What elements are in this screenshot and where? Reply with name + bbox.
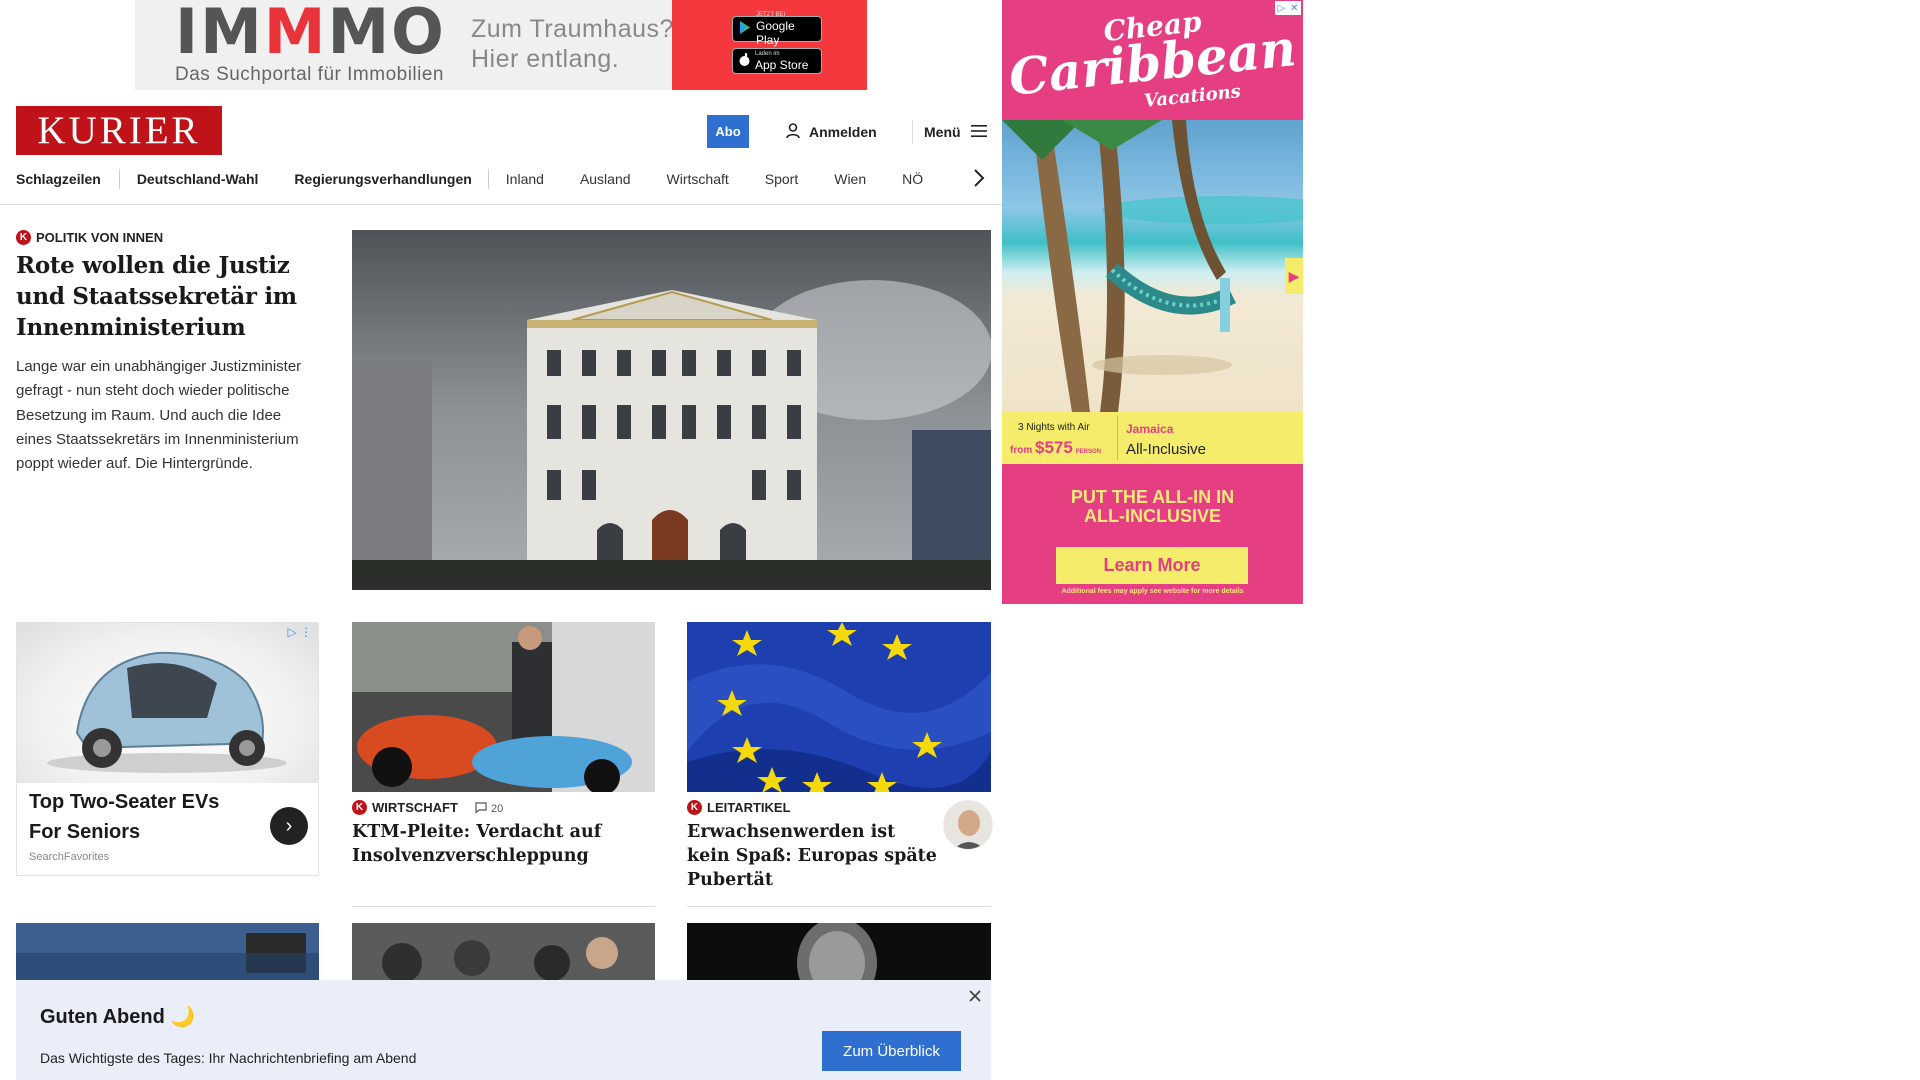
- ad-store-panel: JETZT BEI Google Play Laden im App Store: [672, 0, 867, 90]
- abo-button[interactable]: Abo: [707, 115, 749, 148]
- ev-image: [17, 623, 318, 783]
- nav-item-regierungsverhandlungen[interactable]: Regierungsverhandlungen: [294, 171, 471, 187]
- ad-price-bar: 3 Nights with Air from $575 PERSON Jamai…: [1002, 412, 1303, 464]
- side-skyscraper-ad[interactable]: ▷ ✕ Cheap Caribbean Vacations ▶ 3 Nights …: [1002, 0, 1303, 604]
- google-play-button[interactable]: JETZT BEI Google Play: [732, 12, 822, 47]
- eu-kicker: K Leitartikel: [687, 800, 791, 815]
- nav-item-noe[interactable]: NÖ: [902, 171, 923, 187]
- teaser-image[interactable]: [16, 923, 319, 983]
- briefing-greeting: Guten Abend 🌙: [40, 1006, 196, 1028]
- ad-brand-logo: IMMMO: [175, 0, 446, 68]
- learn-more-button[interactable]: Learn More: [1056, 547, 1248, 584]
- play-icon: [739, 21, 751, 37]
- kurier-logo[interactable]: KURIER: [16, 106, 222, 155]
- ad-next-arrow-icon[interactable]: ▶: [1285, 258, 1303, 294]
- ad-logo: Cheap Caribbean Vacations: [1006, 4, 1299, 113]
- nav-item-schlagzeilen[interactable]: Schlagzeilen: [16, 171, 101, 187]
- evening-briefing-banner: Guten Abend 🌙 Das Wichtigste des Tages: …: [16, 980, 991, 1080]
- teaser-image[interactable]: [352, 923, 655, 983]
- lead-teaser: Lange war ein unabhängiger Justizministe…: [16, 358, 302, 473]
- ad-headline: PUT THE ALL-IN IN ALL-INCLUSIVE: [1070, 487, 1235, 526]
- author-avatar[interactable]: [943, 800, 993, 850]
- kurier-plus-icon: K: [352, 800, 367, 815]
- card-divider: [352, 906, 655, 907]
- card-divider: [687, 906, 991, 907]
- briefing-overview-button[interactable]: Zum Überblick: [822, 1031, 961, 1071]
- sponsored-card[interactable]: ▷ ⋮ Top Two-Seater EVs For Seniors Searc…: [16, 622, 319, 876]
- nav-divider: [0, 204, 1002, 205]
- top-banner-ad[interactable]: IMMMO Das Suchportal für Immobilien Zum …: [135, 0, 867, 90]
- user-icon: [786, 122, 800, 142]
- kurier-plus-icon: K: [16, 230, 31, 245]
- sponsored-source: SearchFavorites: [29, 851, 110, 863]
- kurier-plus-icon: K: [687, 800, 702, 815]
- nav-item-inland[interactable]: Inland: [506, 171, 544, 187]
- ad-slogan: Zum Traumhaus? Hier entlang.: [471, 15, 674, 73]
- ktm-kicker: K Wirtschaft: [352, 800, 458, 815]
- apple-icon: [739, 53, 750, 69]
- comment-count[interactable]: 20: [475, 802, 503, 816]
- teaser-image[interactable]: [687, 923, 991, 983]
- ad-tagline: Das Suchportal für Immobilien: [175, 64, 444, 85]
- nav-item-deutschland-wahl[interactable]: Deutschland-Wahl: [137, 171, 259, 187]
- nav-item-wien[interactable]: Wien: [834, 171, 866, 187]
- chevron-right-icon[interactable]: ›: [270, 807, 308, 845]
- section-nav: Schlagzeilen Deutschland-Wahl Regierungs…: [16, 166, 996, 192]
- ktm-headline[interactable]: KTM-Pleite: Verdacht auf Insolvenzversch…: [352, 820, 652, 868]
- eu-headline[interactable]: Erwachsenwerden ist kein Spaß: Europas s…: [687, 820, 937, 892]
- header-divider: [912, 120, 913, 144]
- briefing-message: Das Wichtigste des Tages: Ihr Nachrichte…: [40, 1050, 417, 1066]
- beach-hammock-image: [1002, 120, 1303, 412]
- comment-icon: [475, 802, 487, 816]
- menu-button[interactable]: Menü: [924, 120, 987, 144]
- lead-image[interactable]: [352, 230, 991, 590]
- lead-headline[interactable]: Rote wollen die Justiz und Staatssekretä…: [16, 250, 316, 343]
- nav-item-sport[interactable]: Sport: [765, 171, 798, 187]
- eu-flag-image[interactable]: [687, 622, 991, 792]
- ktm-article-image[interactable]: [352, 622, 655, 792]
- hamburger-icon: [970, 124, 987, 141]
- lead-kicker: K Politik von innen: [16, 230, 163, 245]
- app-store-button[interactable]: Laden im App Store: [732, 48, 822, 74]
- close-icon[interactable]: [966, 988, 984, 1006]
- sponsored-title[interactable]: Top Two-Seater EVs For Seniors: [29, 787, 249, 847]
- nav-item-wirtschaft[interactable]: Wirtschaft: [667, 171, 729, 187]
- login-button[interactable]: Anmelden: [786, 120, 877, 144]
- ad-choices-icon[interactable]: ▷ ⋮: [287, 625, 312, 639]
- nav-item-ausland[interactable]: Ausland: [580, 171, 631, 187]
- ad-fineprint: Additional fees may apply see website fo…: [1061, 588, 1244, 595]
- nav-scroll-right-icon[interactable]: [972, 168, 992, 190]
